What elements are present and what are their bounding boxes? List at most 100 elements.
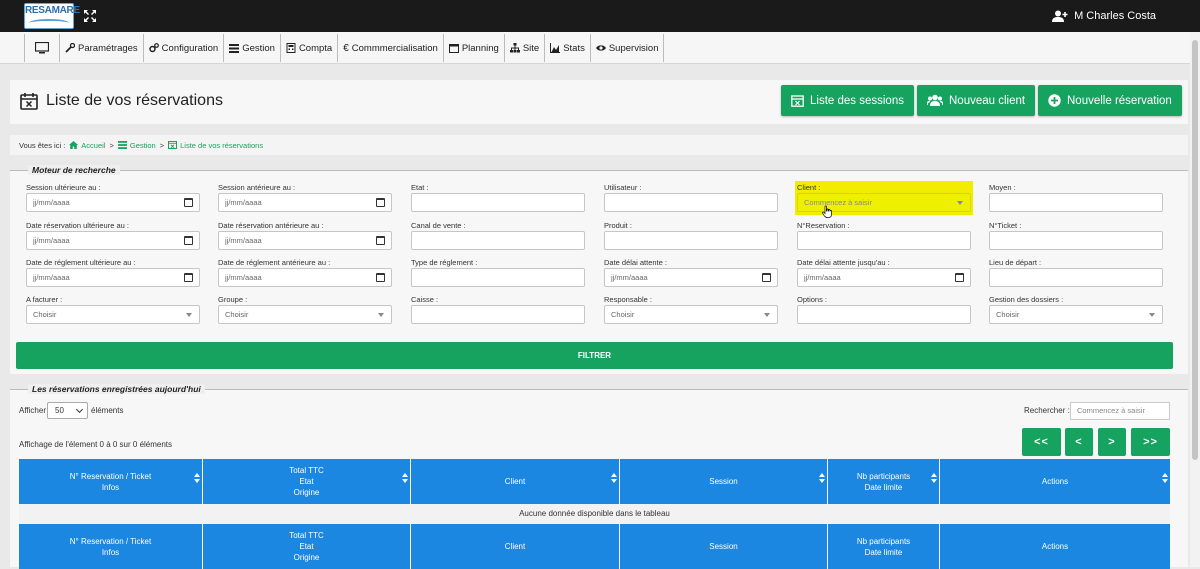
resamare-logo[interactable]: RESAMARE [24, 3, 80, 29]
resa-date-after-input[interactable]: jj/mm/aaaa [26, 231, 200, 250]
a-facturer-input[interactable]: Choisir [26, 305, 200, 324]
filter-button[interactable]: FILTRER [16, 342, 1173, 369]
column-label-line: Origine [293, 488, 320, 497]
utilisateur-input[interactable] [604, 193, 778, 212]
user-name: M Charles Costa [1074, 10, 1156, 22]
column-label-line: Client [504, 542, 526, 551]
calendar-icon[interactable] [184, 198, 193, 207]
prev-page-button[interactable]: < [1065, 428, 1093, 456]
responsable-input[interactable]: Choisir [604, 305, 778, 324]
scrollbar-thumb[interactable] [1192, 40, 1198, 460]
column-label: Client [505, 476, 525, 487]
calendar-icon[interactable] [762, 273, 771, 282]
col-total-etat-footer: Total TTC Etat Origine [203, 524, 411, 569]
reglement-before-value: jj/mm/aaaa [225, 273, 262, 282]
column-label-line: Session [709, 542, 738, 551]
produit-label: Produit : [604, 221, 632, 230]
fullscreen-icon[interactable] [82, 8, 98, 24]
nav-stats[interactable]: Stats [545, 34, 591, 62]
list-icon [117, 141, 127, 149]
options-input[interactable] [797, 305, 971, 324]
first-page-button[interactable]: << [1022, 428, 1061, 456]
page-scrollbar[interactable] [1190, 32, 1200, 567]
nav-compta[interactable]: Compta [281, 34, 339, 62]
column-label: Session [709, 476, 737, 487]
etat-input[interactable] [411, 193, 585, 212]
col-session-header[interactable]: Session [620, 459, 828, 504]
delai-attente-input[interactable]: jj/mm/aaaa [604, 268, 778, 287]
breadcrumb-home[interactable]: Accueil [69, 141, 105, 150]
column-label-line: Origine [293, 553, 320, 562]
groupe-input[interactable]: Choisir [218, 305, 392, 324]
next-page-button[interactable]: > [1098, 428, 1126, 456]
delai-attente-until-input[interactable]: jj/mm/aaaa [797, 268, 971, 287]
nav-configuration[interactable]: Configuration [144, 34, 225, 62]
reglement-before-input[interactable]: jj/mm/aaaa [218, 268, 392, 287]
type-reglement-input[interactable] [411, 268, 585, 287]
num-ticket-input[interactable] [989, 231, 1163, 250]
caisse-input[interactable] [411, 305, 585, 324]
delai-attente-until-value: jj/mm/aaaa [804, 273, 841, 282]
num-reservation-label: N°Reservation : [797, 221, 850, 230]
session-before-input[interactable]: jj/mm/aaaa [218, 193, 392, 212]
reglement-after-input[interactable]: jj/mm/aaaa [26, 268, 200, 287]
nav-dashboard[interactable] [25, 34, 60, 62]
column-label: Nb participants Date limite [857, 471, 910, 493]
elements-label: éléments [91, 406, 124, 415]
calendar-icon[interactable] [376, 236, 385, 245]
resa-date-before-input[interactable]: jj/mm/aaaa [218, 231, 392, 250]
canal-vente-label: Canal de vente : [411, 221, 466, 230]
column-label: N° Reservation / Ticket Infos [70, 471, 151, 493]
gestion-dossiers-input[interactable]: Choisir [989, 305, 1163, 324]
col-actions-footer: Actions [940, 524, 1170, 569]
session-before-value: jj/mm/aaaa [225, 198, 262, 207]
nav-planning[interactable]: Planning [444, 34, 505, 62]
last-page-button[interactable]: >> [1131, 428, 1170, 456]
nav-site[interactable]: Site [505, 34, 546, 62]
col-actions-header[interactable]: Actions [940, 459, 1170, 504]
session-after-input[interactable]: jj/mm/aaaa [26, 193, 200, 212]
nav-parametrages[interactable]: Paramétrages [60, 34, 144, 62]
caisse-label: Caisse : [411, 295, 439, 304]
new-client-button[interactable]: Nouveau client [917, 85, 1036, 116]
table-footer: N° Reservation / Ticket Infos Total TTC Eta… [19, 524, 1170, 569]
column-label-line: Total TTC [289, 466, 324, 475]
page-size-select[interactable]: 50 [47, 402, 88, 419]
new-reservation-button[interactable]: Nouvelle réservation [1038, 85, 1182, 116]
calendar-icon[interactable] [184, 273, 193, 282]
calendar-x-icon [20, 93, 38, 110]
client-label: Client : [797, 183, 821, 192]
nav-gestion[interactable]: Gestion [224, 34, 281, 62]
euro-icon: € [343, 42, 349, 54]
breadcrumb-gestion[interactable]: Gestion [117, 141, 156, 150]
col-client-header[interactable]: Client [411, 459, 620, 504]
nav-commercialisation[interactable]: € Commmercialisation [338, 34, 444, 62]
column-label-line: Infos [101, 482, 120, 492]
breadcrumb-current[interactable]: Liste de vos réservations [168, 141, 263, 150]
column-label-line: Date limite [864, 482, 903, 492]
table-search-input[interactable]: Commencez à saisir [1070, 402, 1170, 420]
col-participants-header[interactable]: Nb participants Date limite [828, 459, 940, 504]
col-reservation-ticket-header[interactable]: N° Reservation / Ticket Infos [19, 459, 203, 504]
breadcrumb: Vous êtes ici : Accueil > Gestion > List… [10, 135, 1188, 155]
sessions-list-button[interactable]: Liste des sessions [781, 85, 914, 116]
calendar-icon [448, 44, 459, 53]
calendar-icon[interactable] [184, 236, 193, 245]
calendar-icon[interactable] [376, 198, 385, 207]
lieu-depart-input[interactable] [989, 268, 1163, 287]
calculator-icon [286, 43, 296, 53]
gestion-dossiers-value: Choisir [996, 310, 1020, 319]
produit-input[interactable] [604, 231, 778, 250]
column-label-line: N° Reservation / Ticket [69, 471, 152, 481]
calendar-icon[interactable] [955, 273, 964, 282]
nav-supervision[interactable]: Supervision [591, 34, 665, 62]
calendar-icon[interactable] [376, 273, 385, 282]
canal-vente-input[interactable] [411, 231, 585, 250]
reglement-after-value: jj/mm/aaaa [33, 273, 70, 282]
col-total-etat-header[interactable]: Total TTC Etat Origine [203, 459, 411, 504]
num-reservation-input[interactable] [797, 231, 971, 250]
column-label: Nb participants Date limite [857, 536, 910, 558]
moyen-input[interactable] [989, 193, 1163, 212]
resa-date-after-label: Date réservation ultérieure au : [26, 221, 129, 230]
user-menu[interactable]: M Charles Costa [1052, 10, 1156, 22]
